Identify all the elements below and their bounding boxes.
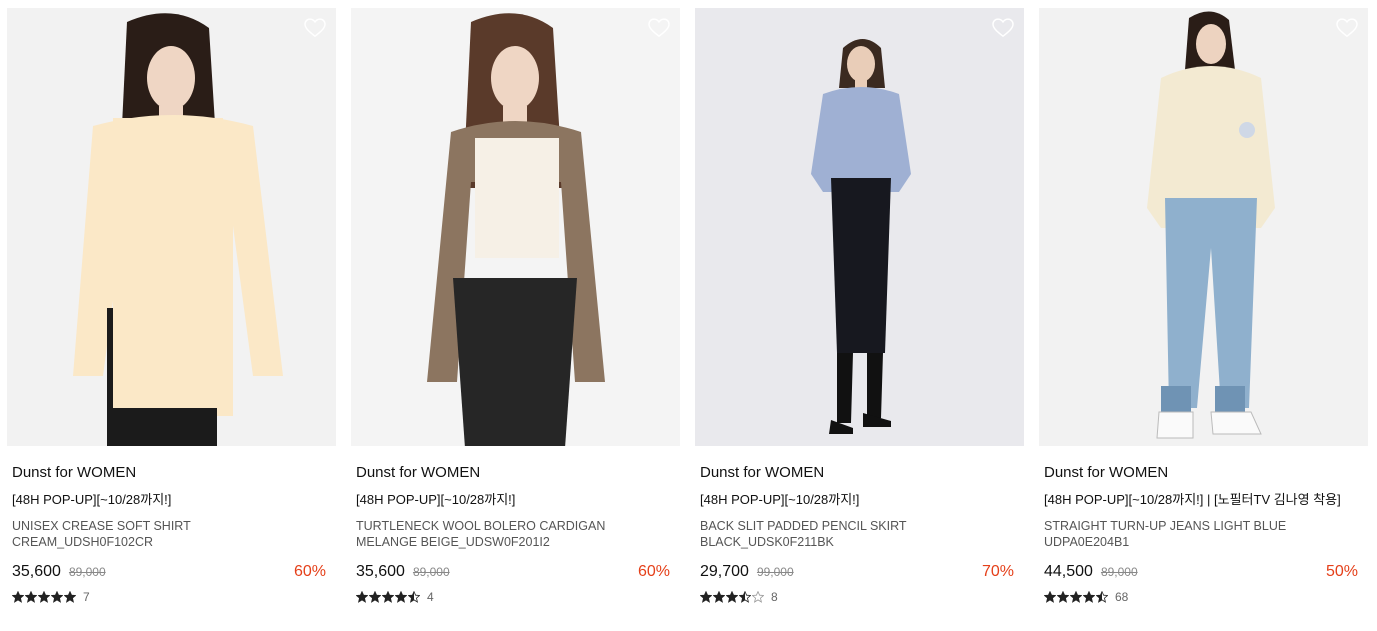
promo-text: [48H POP-UP][~10/28까지!] — [12, 492, 172, 507]
star-icon — [726, 591, 738, 603]
price-row: 35,600 89,000 60% — [12, 562, 331, 582]
rating-row: 4 — [356, 590, 675, 604]
star-icon — [12, 591, 24, 603]
brand-name[interactable]: Dunst for WOMEN — [700, 464, 1019, 482]
product-name-line2: BLACK_UDSK0F211BK — [700, 535, 834, 549]
original-price: 89,000 — [68, 565, 106, 579]
star-icon — [64, 591, 76, 603]
product-name[interactable]: BACK SLIT PADDED PENCIL SKIRT BLACK_UDSK… — [700, 518, 1019, 550]
rating-row: 7 — [12, 590, 331, 604]
brand-name[interactable]: Dunst for WOMEN — [12, 464, 331, 482]
original-price: 89,000 — [1100, 565, 1138, 579]
product-name-line1: TURTLENECK WOOL BOLERO CARDIGAN — [356, 519, 606, 533]
brand-name[interactable]: Dunst for WOMEN — [356, 464, 675, 482]
product-card[interactable]: Dunst for WOMEN [48H POP-UP][~10/28까지!] … — [695, 8, 1024, 604]
review-count: 4 — [427, 590, 434, 604]
star-icon — [408, 591, 420, 603]
product-image[interactable] — [1039, 8, 1368, 446]
star-icon — [356, 591, 368, 603]
star-rating — [356, 591, 420, 603]
star-rating — [1044, 591, 1108, 603]
star-icon — [1044, 591, 1056, 603]
product-card[interactable]: Dunst for WOMEN [48H POP-UP][~10/28까지!] … — [351, 8, 680, 604]
product-image[interactable] — [7, 8, 336, 446]
brand-name[interactable]: Dunst for WOMEN — [1044, 464, 1363, 482]
discount-rate: 70% — [981, 563, 1014, 580]
price-row: 44,500 89,000 50% — [1044, 562, 1363, 582]
product-image[interactable] — [695, 8, 1024, 446]
price-row: 35,600 89,000 60% — [356, 562, 675, 582]
original-price: 89,000 — [412, 565, 450, 579]
product-name-line1: UNISEX CREASE SOFT SHIRT — [12, 519, 191, 533]
star-rating — [700, 591, 764, 603]
star-icon — [1057, 591, 1069, 603]
sale-price: 29,700 — [700, 563, 749, 580]
promo-text: [48H POP-UP][~10/28까지!] — [356, 492, 516, 507]
star-icon — [369, 591, 381, 603]
model-photo — [427, 13, 605, 446]
model-photo — [811, 39, 911, 434]
star-icon — [700, 591, 712, 603]
star-icon — [752, 591, 764, 603]
discount-rate: 60% — [293, 563, 326, 580]
price-row: 29,700 99,000 70% — [700, 562, 1019, 582]
product-name-line1: STRAIGHT TURN-UP JEANS LIGHT BLUE — [1044, 519, 1287, 533]
product-name[interactable]: TURTLENECK WOOL BOLERO CARDIGAN MELANGE … — [356, 518, 675, 550]
product-grid: Dunst for WOMEN [48H POP-UP][~10/28까지!] … — [0, 0, 1377, 631]
promo-text: [48H POP-UP][~10/28까지!] | [노필터TV 김나영 착용] — [1044, 492, 1341, 507]
rating-row: 68 — [1044, 590, 1363, 604]
product-card[interactable]: Dunst for WOMEN [48H POP-UP][~10/28까지!] … — [7, 8, 336, 604]
product-name[interactable]: STRAIGHT TURN-UP JEANS LIGHT BLUE UDPA0E… — [1044, 518, 1363, 550]
star-rating — [12, 591, 76, 603]
model-photo — [1147, 11, 1275, 439]
star-icon — [739, 591, 751, 603]
product-image[interactable] — [351, 8, 680, 446]
product-name-line1: BACK SLIT PADDED PENCIL SKIRT — [700, 519, 907, 533]
product-name[interactable]: UNISEX CREASE SOFT SHIRT CREAM_UDSH0F102… — [12, 518, 331, 550]
promo-text: [48H POP-UP][~10/28까지!] — [700, 492, 860, 507]
star-icon — [382, 591, 394, 603]
star-icon — [1083, 591, 1095, 603]
star-icon — [38, 591, 50, 603]
rating-row: 8 — [700, 590, 1019, 604]
heart-outline-icon[interactable] — [648, 18, 670, 38]
review-count: 68 — [1115, 590, 1129, 604]
model-photo — [73, 13, 283, 446]
original-price: 99,000 — [756, 565, 794, 579]
product-card[interactable]: Dunst for WOMEN [48H POP-UP][~10/28까지!] … — [1039, 8, 1368, 604]
heart-outline-icon[interactable] — [304, 18, 326, 38]
star-icon — [25, 591, 37, 603]
review-count: 8 — [771, 590, 778, 604]
star-icon — [395, 591, 407, 603]
discount-rate: 60% — [637, 563, 670, 580]
star-icon — [1096, 591, 1108, 603]
discount-rate: 50% — [1325, 563, 1358, 580]
star-icon — [713, 591, 725, 603]
product-name-line2: UDPA0E204B1 — [1044, 535, 1130, 549]
star-icon — [1070, 591, 1082, 603]
heart-outline-icon[interactable] — [1336, 18, 1358, 38]
product-name-line2: CREAM_UDSH0F102CR — [12, 535, 154, 549]
sale-price: 35,600 — [356, 563, 405, 580]
product-name-line2: MELANGE BEIGE_UDSW0F201I2 — [356, 535, 550, 549]
sale-price: 44,500 — [1044, 563, 1093, 580]
star-icon — [51, 591, 63, 603]
sale-price: 35,600 — [12, 563, 61, 580]
review-count: 7 — [83, 590, 90, 604]
heart-outline-icon[interactable] — [992, 18, 1014, 38]
